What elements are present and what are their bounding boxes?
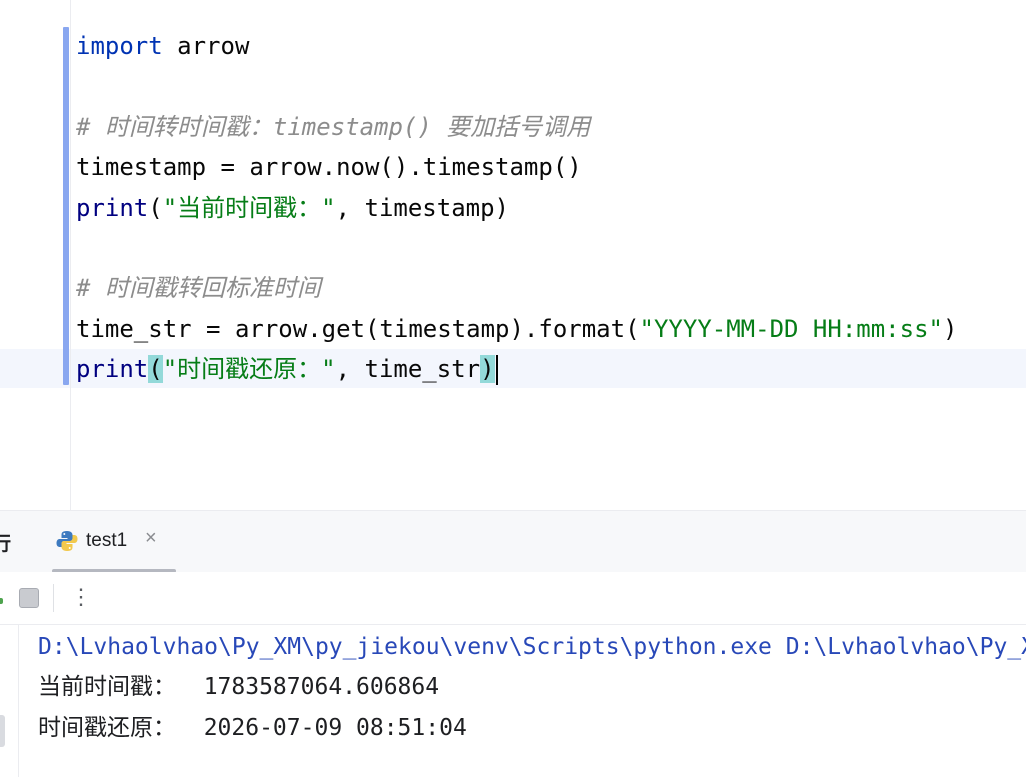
console-gutter [0, 625, 19, 777]
code-line-1[interactable]: import arrow [76, 26, 249, 66]
text-caret [495, 355, 498, 385]
console-output-line[interactable]: 当前时间戳： 1783587064.606864 [38, 667, 439, 707]
rerun-icon[interactable] [0, 598, 3, 604]
code-text: arrow [162, 32, 250, 60]
builtin-print: print [76, 194, 149, 222]
run-tab-bar: 行 test1 × [0, 510, 1026, 573]
code-text: time_str = arrow.get(timestamp).format( [76, 315, 640, 343]
string-literal: "YYYY-MM-DD HH:mm:ss" [639, 315, 943, 343]
code-text: timestamp = arrow.now().timestamp() [76, 153, 582, 181]
toolbar-separator [53, 584, 54, 612]
code-comment: # 时间转时间戳：timestamp() 要加括号调用 [76, 113, 591, 141]
code-text: , time_str [335, 355, 481, 383]
console-output-line[interactable]: 时间戳还原： 2026-07-09 08:51:04 [38, 708, 467, 748]
more-vertical-icon[interactable]: ⋮ [70, 582, 92, 612]
code-editor[interactable]: import arrow # 时间转时间戳：timestamp() 要加括号调用… [0, 0, 1026, 510]
run-panel-title: 行 [0, 534, 12, 555]
matched-paren-close: ) [480, 355, 495, 383]
console-scroll-indicator[interactable] [0, 715, 5, 747]
run-toolbar: ⋮ [0, 572, 1026, 625]
string-literal: "当前时间戳：" [162, 194, 336, 222]
vcs-change-marker[interactable] [63, 27, 69, 385]
code-line-3[interactable]: # 时间转时间戳：timestamp() 要加括号调用 [76, 107, 590, 147]
tab-test1[interactable]: test1 × [52, 511, 176, 572]
stop-icon[interactable] [19, 588, 39, 608]
code-line-5[interactable]: print("当前时间戳：", timestamp) [76, 188, 509, 228]
string-literal: "时间戳还原：" [162, 355, 336, 383]
builtin-print: print [76, 355, 149, 383]
code-line-9[interactable]: print("时间戳还原：", time_str) [76, 349, 498, 389]
matched-paren-open: ( [148, 355, 163, 383]
code-text: ) [942, 315, 958, 343]
editor-gutter-divider [70, 0, 71, 510]
code-line-7[interactable]: # 时间戳转回标准时间 [76, 268, 321, 308]
console-command-line[interactable]: D:\Lvhaolvhao\Py_XM\py_jiekou\venv\Scrip… [38, 627, 1026, 667]
run-tool-window: 行 test1 × ⋮ D:\Lvhaolvhao\Py_XM\py_jieko… [0, 510, 1026, 777]
tab-label: test1 [86, 530, 128, 551]
keyword-import: import [76, 32, 163, 60]
code-comment: # 时间戳转回标准时间 [76, 274, 321, 302]
close-icon[interactable]: × [145, 527, 157, 550]
code-line-4[interactable]: timestamp = arrow.now().timestamp() [76, 147, 582, 187]
code-text: , timestamp) [335, 194, 509, 222]
paren: ( [148, 194, 163, 222]
python-icon [56, 530, 78, 552]
code-line-8[interactable]: time_str = arrow.get(timestamp).format("… [76, 309, 957, 349]
